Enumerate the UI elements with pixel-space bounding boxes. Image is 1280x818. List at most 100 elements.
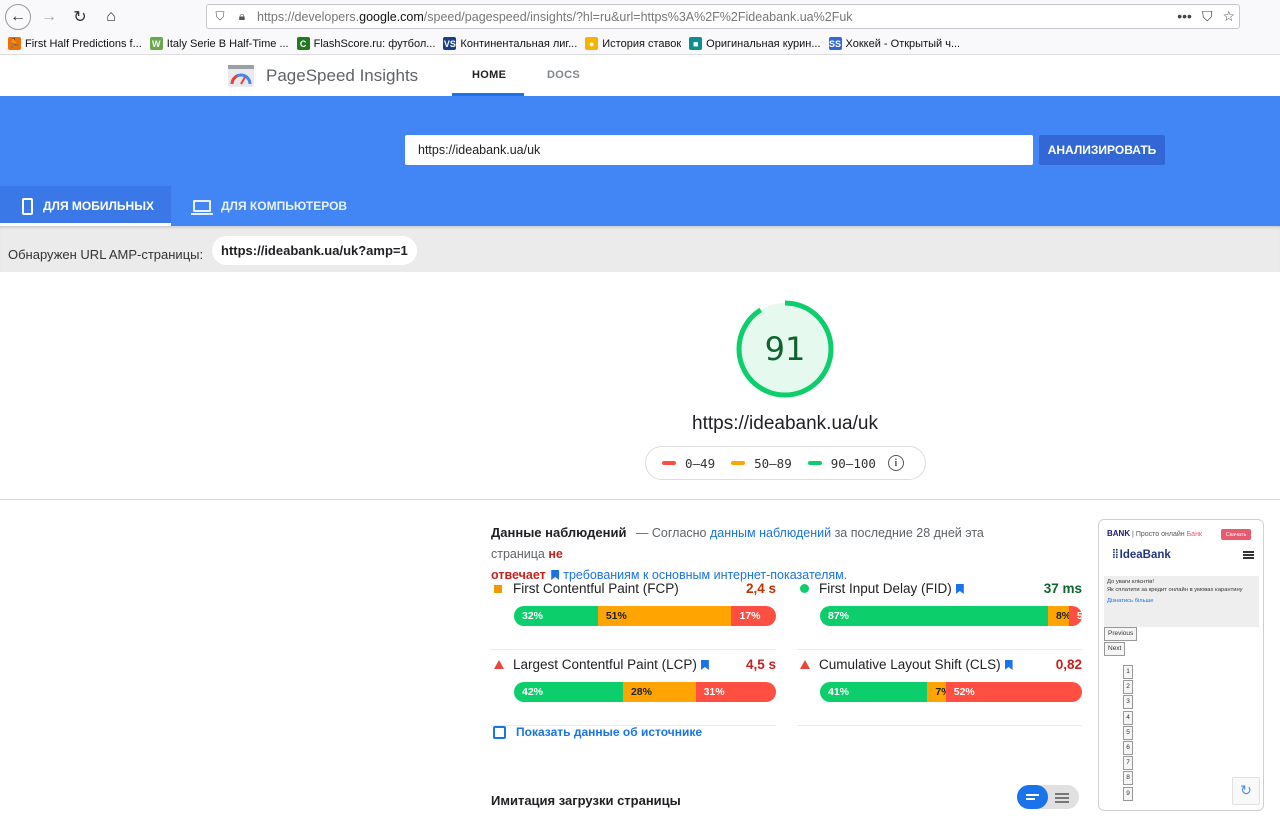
metric-card: First Input Delay (FID) 37 ms 87%8%5% xyxy=(797,578,1082,650)
bookmark-item[interactable]: ● История ставок xyxy=(585,37,681,50)
metric-value: 2,4 s xyxy=(745,581,776,596)
tab-home[interactable]: HOME xyxy=(472,69,506,81)
distribution-segment-slow: 31% xyxy=(695,682,776,702)
bookmark-item[interactable]: VS Континентальная лиг... xyxy=(443,37,577,50)
coin-icon: ● xyxy=(585,37,599,50)
field-data-link[interactable]: данным наблюдений xyxy=(710,526,831,540)
bookmark-item[interactable]: C FlashScore.ru: футбол... xyxy=(296,37,435,50)
thumb-page-button: 4 xyxy=(1123,710,1133,725)
bubble-icon: ■ xyxy=(689,37,703,50)
thumb-page-button: 3 xyxy=(1123,695,1133,710)
fail-triangle-icon xyxy=(494,660,504,669)
amp-url-chip[interactable]: https://ideabank.ua/uk?amp=1 xyxy=(212,236,417,265)
bookmark-item[interactable]: 🏃 First Half Predictions f... xyxy=(8,37,142,50)
home-icon[interactable]: ⌂ xyxy=(98,4,124,30)
thumb-tagline: Просто онлайн xyxy=(1135,531,1185,538)
view-toggle-summary[interactable] xyxy=(1017,785,1048,809)
bookmark-label: Хоккей - Открытый ч... xyxy=(845,37,961,50)
runner-icon: 🏃 xyxy=(8,37,21,50)
distribution-segment-fast: 42% xyxy=(514,682,623,702)
legend-range-fail: 0–49 xyxy=(685,455,716,471)
tab-desktop[interactable]: ДЛЯ КОМПЬЮТЕРОВ xyxy=(191,186,347,226)
more-actions-icon[interactable]: ••• xyxy=(1177,8,1192,25)
legend-item-average: 50–89 xyxy=(731,456,792,471)
origin-label: Показать данные об источнике xyxy=(516,725,703,739)
shield-icon[interactable]: ⛉ xyxy=(211,9,229,24)
thumb-menu-icon xyxy=(1243,551,1254,559)
metric-name: Largest Contentful Paint (LCP) xyxy=(513,657,709,672)
page-screenshot-thumbnail: BANK | Просто онлайн Банк Скачать ⁞⁞ Idea… xyxy=(1098,519,1264,811)
bookmark-label: Оригинальная курин... xyxy=(706,37,821,50)
average-square-icon xyxy=(494,585,502,593)
url-input[interactable]: https://ideabank.ua/uk xyxy=(405,135,1033,165)
reload-icon[interactable]: ↻ xyxy=(67,4,93,30)
summary-view-icon-line xyxy=(1026,798,1035,800)
distribution-bar: 41%7%52% xyxy=(820,682,1082,702)
bookmark-item[interactable]: W Italy Serie B Half-Time ... xyxy=(149,37,289,50)
bookmark-item[interactable]: ■ Оригинальная курин... xyxy=(689,37,821,50)
performance-score: 91 xyxy=(764,330,806,368)
thumb-bank-mark: BANK xyxy=(1107,529,1131,538)
field-data-summary: Данные наблюдений — Согласно данным набл… xyxy=(491,522,1041,586)
section-divider xyxy=(0,499,1280,500)
metric-value: 4,5 s xyxy=(745,657,776,672)
metric-card: Cumulative Layout Shift (CLS) 0,82 41%7%52… xyxy=(797,654,1082,726)
metric-card: Largest Contentful Paint (LCP) 4,5 s 42% 28… xyxy=(491,654,776,726)
distribution-bar: 87%8%5% xyxy=(820,606,1082,626)
recaptcha-icon: ↻ xyxy=(1232,777,1260,805)
distribution-segment-slow: 5% xyxy=(1068,606,1082,626)
show-origin-toggle[interactable]: Показать данные об источнике xyxy=(493,725,702,739)
metric-name: First Contentful Paint (FCP) xyxy=(513,581,679,596)
thumb-notice-more: Дізнатись більше xyxy=(1107,598,1154,604)
origin-checkbox[interactable] xyxy=(493,725,506,739)
detail-view-icon[interactable] xyxy=(1055,793,1069,795)
thumb-notice-text: Як сплатити за кредит онлайн в умовах ка… xyxy=(1107,586,1243,593)
pagespeed-logo-icon xyxy=(228,65,254,87)
metric-card: First Contentful Paint (FCP) 2,4 s 32% 51% 1… xyxy=(491,578,776,650)
distribution-bar: 32% 51% 17% xyxy=(514,606,776,626)
detail-view-icon-line-2 xyxy=(1055,797,1069,799)
thumb-notice-title: До уваги клієнтів! xyxy=(1107,579,1154,585)
address-bar[interactable]: ⛉ 🔒︎ https://developers.google.com/speed… xyxy=(206,4,1240,29)
tab-docs[interactable]: DOCS xyxy=(547,69,580,81)
forward-icon[interactable]: → xyxy=(36,4,62,30)
core-vital-bookmark-icon xyxy=(1004,660,1013,670)
view-toggle[interactable] xyxy=(1017,785,1079,809)
bookmark-item[interactable]: SS Хоккей - Открытый ч... xyxy=(828,37,961,50)
legend-swatch-fail xyxy=(662,461,676,465)
field-data-title: Данные наблюдений xyxy=(491,525,627,540)
metric-name: Cumulative Layout Shift (CLS) xyxy=(819,657,1013,672)
tab-mobile[interactable]: ДЛЯ МОБИЛЬНЫХ xyxy=(0,186,171,226)
back-icon[interactable]: ← xyxy=(5,3,31,30)
thumb-page-button: 9 xyxy=(1123,786,1133,801)
score-legend: 0–49 50–89 90–100 i xyxy=(645,446,926,480)
core-vital-bookmark-icon xyxy=(700,660,709,670)
metric-name-text: First Input Delay (FID) xyxy=(819,581,952,596)
thumb-logo: ⁞⁞ IdeaBank xyxy=(1112,549,1171,561)
legend-swatch-average xyxy=(731,461,746,465)
analyze-button[interactable]: АНАЛИЗИРОВАТЬ xyxy=(1039,135,1165,165)
bookmark-label: Italy Serie B Half-Time ... xyxy=(166,37,289,50)
info-icon[interactable]: i xyxy=(887,455,904,471)
metric-name-text: Largest Contentful Paint (LCP) xyxy=(513,657,697,672)
legend-range-average: 50–89 xyxy=(754,455,792,471)
lock-icon[interactable]: 🔒︎ xyxy=(233,9,251,24)
fail-triangle-icon xyxy=(800,660,810,669)
thumb-page-button: 6 xyxy=(1123,741,1133,755)
thumb-page-button: 1 xyxy=(1123,665,1133,679)
core-vital-bookmark-icon xyxy=(955,584,964,594)
bookmark-label: История ставок xyxy=(602,37,682,50)
ss-icon: SS xyxy=(828,37,842,50)
distribution-segment-average: 28% xyxy=(622,682,696,702)
distribution-segment-slow: 52% xyxy=(945,682,1082,702)
metric-value: 0,82 xyxy=(1055,657,1082,672)
pocket-icon[interactable]: ⛉ xyxy=(1202,8,1213,25)
star-icon[interactable]: ☆ xyxy=(1222,8,1235,25)
ideabank-dots-icon: ⁞⁞ xyxy=(1112,549,1119,561)
distribution-segment-average: 7% xyxy=(927,682,946,702)
summary-view-icon xyxy=(1026,794,1039,796)
lab-data-title: Имитация загрузки страницы xyxy=(491,793,681,808)
metric-name-text: First Contentful Paint (FCP) xyxy=(513,581,679,596)
address-text[interactable]: https://developers.google.com/speed/page… xyxy=(257,10,853,24)
search-band: https://ideabank.ua/uk АНАЛИЗИРОВАТЬ ДЛЯ… xyxy=(0,96,1280,226)
